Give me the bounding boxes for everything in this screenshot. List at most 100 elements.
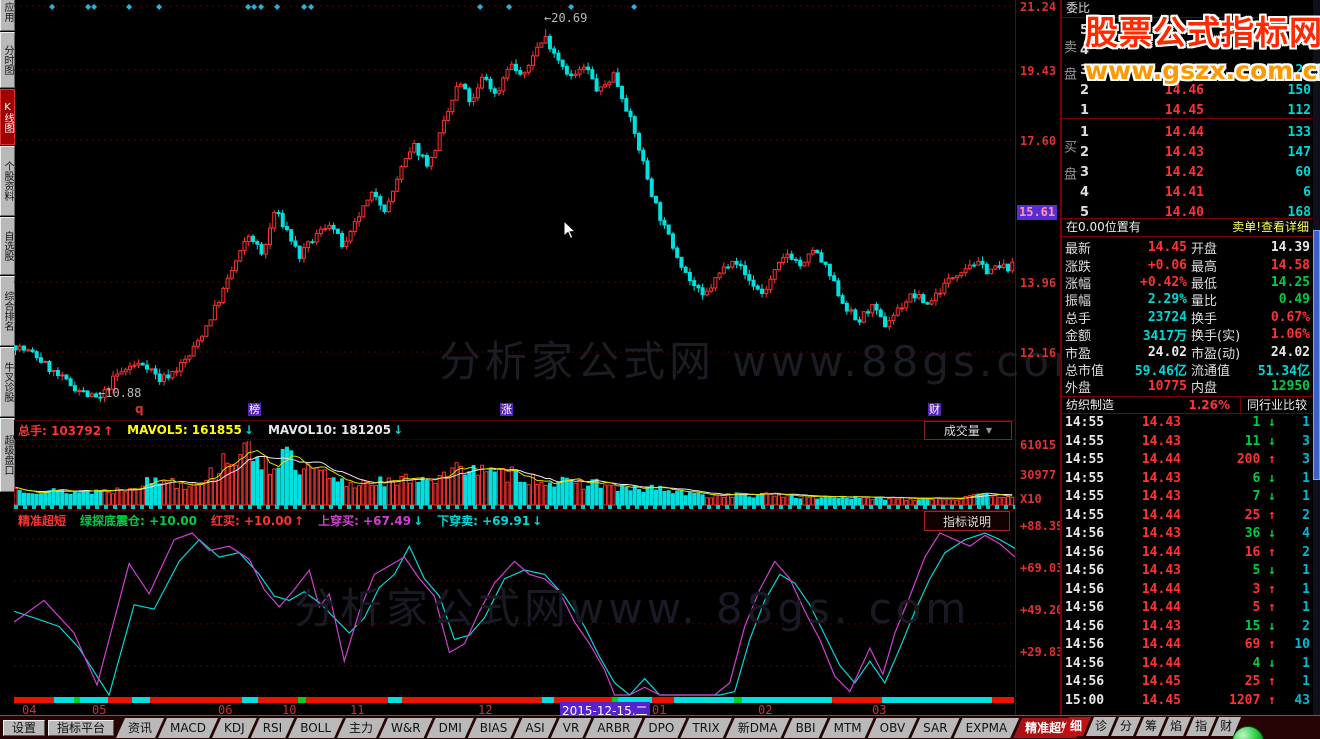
sell-side-label: 卖盘 <box>1061 40 1076 94</box>
indicator-selector-dropdown[interactable]: 成交量 ▼ <box>924 421 1012 440</box>
bottom-tab-BOLL[interactable]: BOLL <box>288 718 343 738</box>
ribbon-segment <box>132 697 150 703</box>
bottom-tab-ARBR[interactable]: ARBR <box>585 718 642 738</box>
ribbon-segment <box>306 697 388 703</box>
price-axis-label-3: 13.96 <box>1020 276 1057 290</box>
sell-row-3[interactable]: 3 14.47 20 <box>1080 60 1311 80</box>
sell-row-1[interactable]: 1 14.45 112 <box>1080 100 1311 120</box>
sidebar-item-7[interactable]: 超级盘口 <box>0 418 15 492</box>
signal-diamond-icon: ◆ <box>308 2 315 11</box>
mini-tab-细[interactable]: 细 <box>1061 717 1091 736</box>
ribbon-segment <box>298 697 306 703</box>
bottom-button-1[interactable]: 指标平台 <box>48 720 115 736</box>
volume-header-arrow-0: ↑ <box>103 423 114 438</box>
volume-axis-1: 61015 <box>1020 438 1057 452</box>
ribbon-segment <box>882 697 992 703</box>
bottom-tab-ASI[interactable]: ASI <box>513 718 556 738</box>
tick-row-6: 14:56 14.43 36 ↓ 4 <box>1065 526 1310 542</box>
stats-row-3: 振幅 2.29% 量比 0.49 <box>1065 292 1310 310</box>
event-marker-3[interactable]: 财 <box>928 403 941 416</box>
buy-row-5[interactable]: 5 14.40 168 <box>1080 202 1311 222</box>
chevron-down-icon: ▼ <box>985 426 993 435</box>
tick-row-8: 14:56 14.43 5 ↓ 1 <box>1065 563 1310 579</box>
cursor-price-tag: 15.61 <box>1017 205 1058 220</box>
bottom-tab-主力[interactable]: 主力 <box>337 718 385 738</box>
mini-tab-指[interactable]: 指 <box>1186 717 1216 736</box>
industry-row: 纺织制造 1.26% 同行业比较 <box>1062 396 1313 414</box>
indicator-header-item-0: 精准超短 <box>18 514 67 528</box>
stock-analysis-app: 应用 分时图 K线图 个股资料 自选股 综合排名 牛叉诊股 超级盘口 ◆ ◆ ◆ ◆ ◆ ◆ ◆ ◆ ◆ ◆ ◆ ◆… <box>0 0 1320 739</box>
low-price-label: ←10.88 <box>98 386 142 400</box>
mini-tab-筹[interactable]: 筹 <box>1136 717 1166 736</box>
bottom-tab-资讯[interactable]: 资讯 <box>116 718 164 738</box>
sell-row-4[interactable]: 4 <box>1080 40 1311 60</box>
sidebar-item-2[interactable]: K线图 <box>0 89 15 145</box>
bottom-tab-W&R[interactable]: W&R <box>379 718 433 738</box>
signal-diamond-icon: ◆ <box>258 2 265 11</box>
bottom-tab-VR[interactable]: VR <box>551 718 592 738</box>
price-axis: 21.24 19.43 17.60 13.96 12.16 15.61 61015 30… <box>1015 0 1064 715</box>
signal-diamond-icon: ◆ <box>49 2 56 11</box>
event-marker-0[interactable]: q <box>135 403 144 416</box>
bottom-tab-DPO[interactable]: DPO <box>636 718 686 738</box>
sidebar-item-5[interactable]: 综合排名 <box>0 276 15 346</box>
signal-diamond-icon: ◆ <box>631 2 638 11</box>
bottom-tab-SAR[interactable]: SAR <box>911 718 959 738</box>
ribbon-segment <box>54 697 74 703</box>
bottom-tab-BBI[interactable]: BBI <box>784 718 828 738</box>
buy-row-4[interactable]: 4 14.41 6 <box>1080 182 1311 202</box>
event-marker-2[interactable]: 涨 <box>500 403 513 416</box>
indicator-header-item-4: 下穿卖: +69.91 ↓ <box>437 514 543 528</box>
event-marker-1[interactable]: 榜 <box>248 403 261 416</box>
stats-row-0: 最新 14.45 开盘 14.39 <box>1065 240 1310 258</box>
bottom-tab-OBV[interactable]: OBV <box>868 718 918 738</box>
sell-row-5[interactable]: 5 <box>1080 20 1311 40</box>
mini-tab-焰[interactable]: 焰 <box>1161 717 1191 736</box>
signal-diamond-icon: ◆ <box>251 2 258 11</box>
bottom-tab-RSI[interactable]: RSI <box>251 718 295 738</box>
bottom-tab-MTM[interactable]: MTM <box>822 718 874 738</box>
bottom-tab-DMI[interactable]: DMI <box>427 718 474 738</box>
bottom-tab-TRIX[interactable]: TRIX <box>680 718 731 738</box>
scrollbar-thumb[interactable] <box>1313 230 1320 480</box>
bottom-tab-EXPMA[interactable]: EXPMA <box>954 718 1020 738</box>
bottom-tab-MACD[interactable]: MACD <box>158 718 218 738</box>
sidebar-item-0[interactable]: 应用 <box>0 0 15 31</box>
time-sales-list[interactable]: 14:55 14.43 1 ↓ 1 14:55 14.43 11 ↓ 3 14:55 14.44 2… <box>1062 414 1313 710</box>
indicator-header-item-2: 红买: +10.00 ↑ <box>211 514 305 528</box>
buy-row-2[interactable]: 2 14.43 147 <box>1080 142 1311 162</box>
indicator-header-arrow-3: ↓ <box>413 514 424 528</box>
volume-header-arrow-2: ↓ <box>393 423 404 437</box>
tick-row-14: 14:56 14.45 25 ↑ 1 <box>1065 674 1310 690</box>
sidebar-item-3[interactable]: 个股资料 <box>0 146 15 216</box>
sidebar-item-6[interactable]: 牛叉诊股 <box>0 347 15 417</box>
candlestick-chart[interactable] <box>14 0 1015 420</box>
selector-label: 成交量 <box>943 424 980 438</box>
signal-diamond-icon: ◆ <box>477 2 484 11</box>
sidebar-item-1[interactable]: 分时图 <box>0 32 15 88</box>
ribbon-segment <box>992 697 1014 703</box>
sell-row-2[interactable]: 2 14.46 150 <box>1080 80 1311 100</box>
signal-diamond-icon: ◆ <box>301 2 308 11</box>
mini-tab-分[interactable]: 分 <box>1111 717 1141 736</box>
bottom-tab-BIAS[interactable]: BIAS <box>468 718 520 738</box>
oscillator-chart[interactable] <box>14 531 1015 697</box>
tick-row-9: 14:56 14.44 3 ↑ 1 <box>1065 581 1310 597</box>
osc-axis-label-2: +49.20 <box>1020 603 1064 617</box>
industry-name[interactable]: 纺织制造 <box>1062 396 1158 413</box>
bottom-tab-新DMA[interactable]: 新DMA <box>726 718 790 738</box>
bottom-tab-KDJ[interactable]: KDJ <box>212 718 257 738</box>
volume-chart[interactable] <box>14 441 1015 506</box>
sidebar-item-4[interactable]: 自选股 <box>0 217 15 275</box>
stats-row-8: 外盘 10775 内盘 12950 <box>1065 379 1310 397</box>
buy-row-1[interactable]: 1 14.44 133 <box>1080 122 1311 142</box>
buy-side-label: 买盘 <box>1061 140 1076 194</box>
stats-grid: 最新 14.45 开盘 14.39 涨跌 +0.06 最高 14.58 涨幅 +0.42% 最低 14… <box>1062 237 1313 397</box>
industry-compare-button[interactable]: 同行业比较 <box>1240 396 1313 414</box>
tick-row-1: 14:55 14.43 11 ↓ 3 <box>1065 433 1310 449</box>
buy-row-3[interactable]: 3 14.42 60 <box>1080 162 1311 182</box>
bottom-button-0[interactable]: 设置 <box>3 720 46 736</box>
mini-tab-诊[interactable]: 诊 <box>1086 717 1116 736</box>
indicator-help-button[interactable]: 指标说明 <box>924 511 1010 531</box>
ribbon-segment <box>402 697 542 703</box>
